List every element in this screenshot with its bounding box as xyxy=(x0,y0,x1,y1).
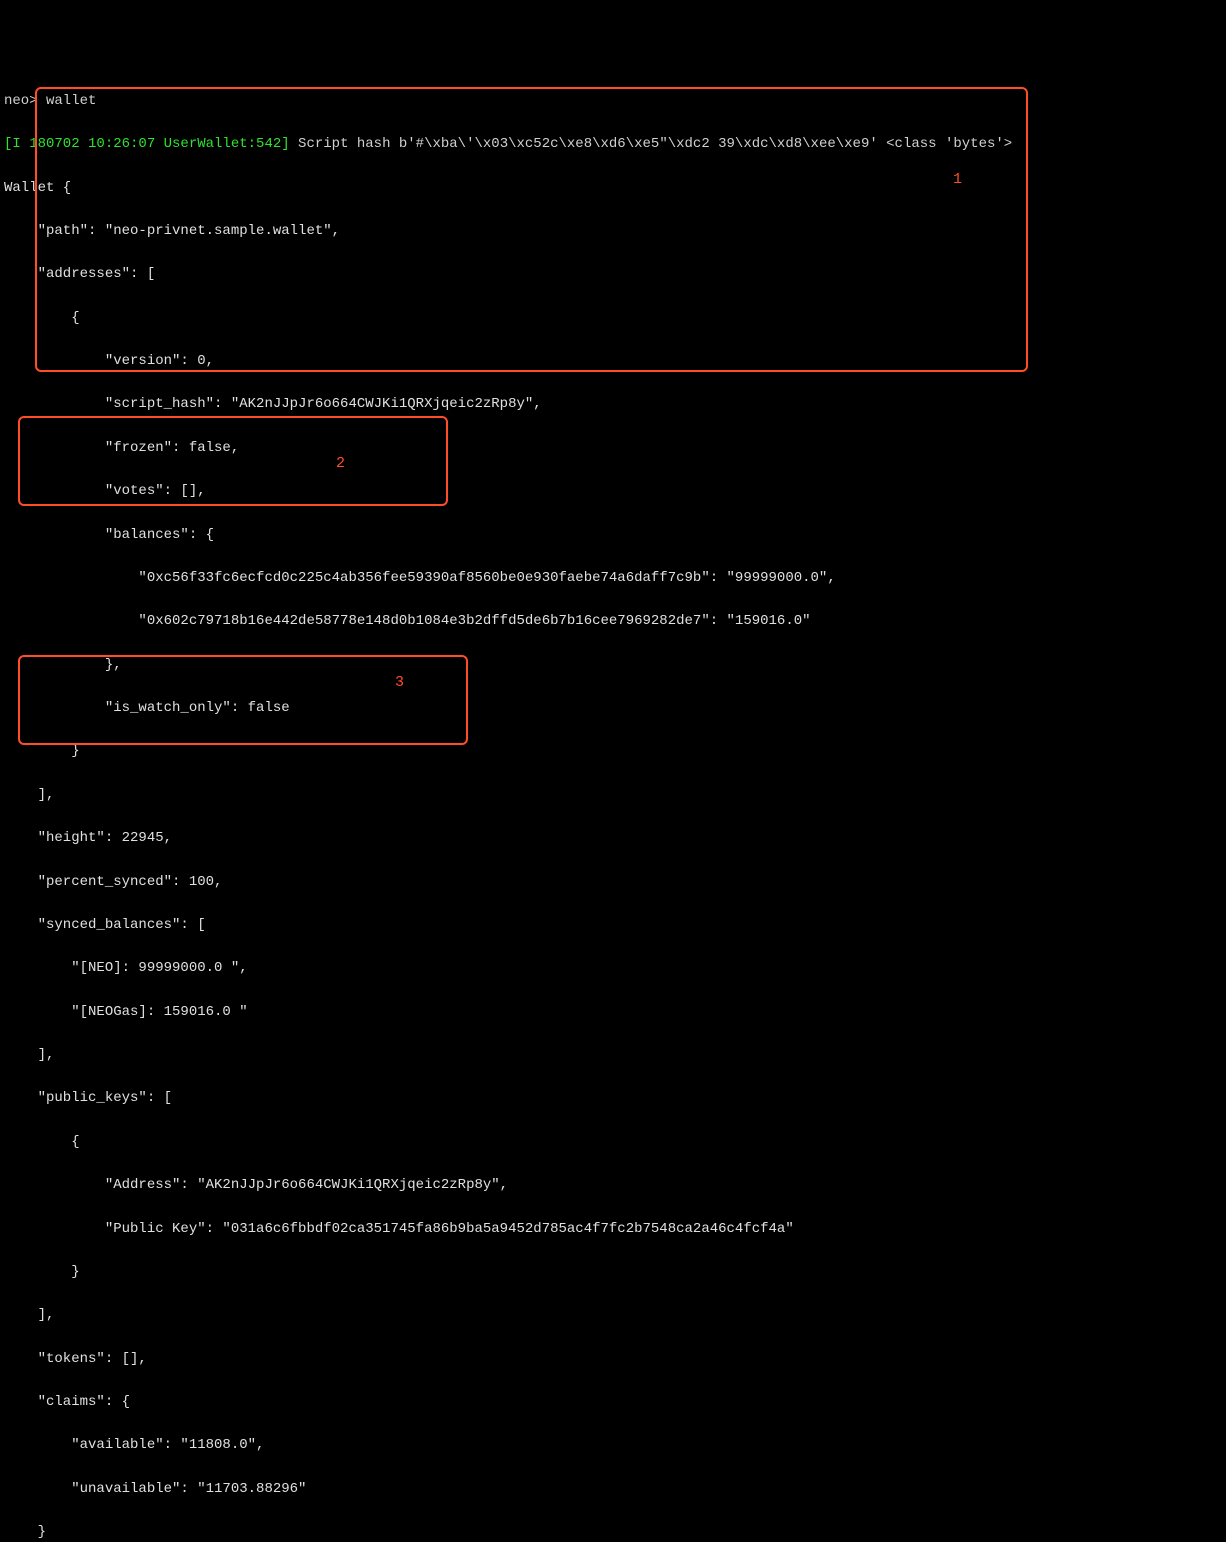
addr-version: "version": 0, xyxy=(4,351,1222,373)
addr-balances-close: }, xyxy=(4,655,1222,677)
addr-is-watch-only: "is_watch_only": false xyxy=(4,698,1222,720)
claims-open: "claims": { xyxy=(4,1392,1222,1414)
wallet-open: Wallet { xyxy=(4,178,1222,200)
synced-balance-gas: "[NEOGas]: 159016.0 " xyxy=(4,1002,1222,1024)
claims-available: "available": "11808.0", xyxy=(4,1435,1222,1457)
pk-public-key: "Public Key": "031a6c6fbbdf02ca351745fa8… xyxy=(4,1219,1222,1241)
addr-obj-open: { xyxy=(4,308,1222,330)
addresses-open: "addresses": [ xyxy=(4,264,1222,286)
pk-obj-open: { xyxy=(4,1132,1222,1154)
synced-balances-open: "synced_balances": [ xyxy=(4,915,1222,937)
addr-frozen: "frozen": false, xyxy=(4,438,1222,460)
addresses-close: ], xyxy=(4,785,1222,807)
prompt-line[interactable]: neo> wallet xyxy=(4,91,1222,113)
pk-address: "Address": "AK2nJJpJr6o664CWJKi1QRXjqeic… xyxy=(4,1175,1222,1197)
addr-balance-neo: "0xc56f33fc6ecfcd0c225c4ab356fee59390af8… xyxy=(4,568,1222,590)
claims-close: } xyxy=(4,1522,1222,1542)
wallet-path: "path": "neo-privnet.sample.wallet", xyxy=(4,221,1222,243)
addr-script-hash: "script_hash": "AK2nJJpJr6o664CWJKi1QRXj… xyxy=(4,394,1222,416)
wallet-percent-synced: "percent_synced": 100, xyxy=(4,872,1222,894)
public-keys-open: "public_keys": [ xyxy=(4,1088,1222,1110)
addr-balances-open: "balances": { xyxy=(4,525,1222,547)
log-prefix: [I 180702 10:26:07 UserWallet:542] xyxy=(4,136,290,152)
wallet-height: "height": 22945, xyxy=(4,828,1222,850)
log-line: [I 180702 10:26:07 UserWallet:542] Scrip… xyxy=(4,134,1222,156)
log-message: Script hash b'#\xba\'\x03\xc52c\xe8\xd6\… xyxy=(290,136,1013,152)
synced-balances-close: ], xyxy=(4,1045,1222,1067)
addr-votes: "votes": [], xyxy=(4,481,1222,503)
claims-unavailable: "unavailable": "11703.88296" xyxy=(4,1479,1222,1501)
pk-obj-close: } xyxy=(4,1262,1222,1284)
synced-balance-neo: "[NEO]: 99999000.0 ", xyxy=(4,958,1222,980)
addr-obj-close: } xyxy=(4,741,1222,763)
tokens: "tokens": [], xyxy=(4,1349,1222,1371)
public-keys-close: ], xyxy=(4,1305,1222,1327)
addr-balance-gas: "0x602c79718b16e442de58778e148d0b1084e3b… xyxy=(4,611,1222,633)
